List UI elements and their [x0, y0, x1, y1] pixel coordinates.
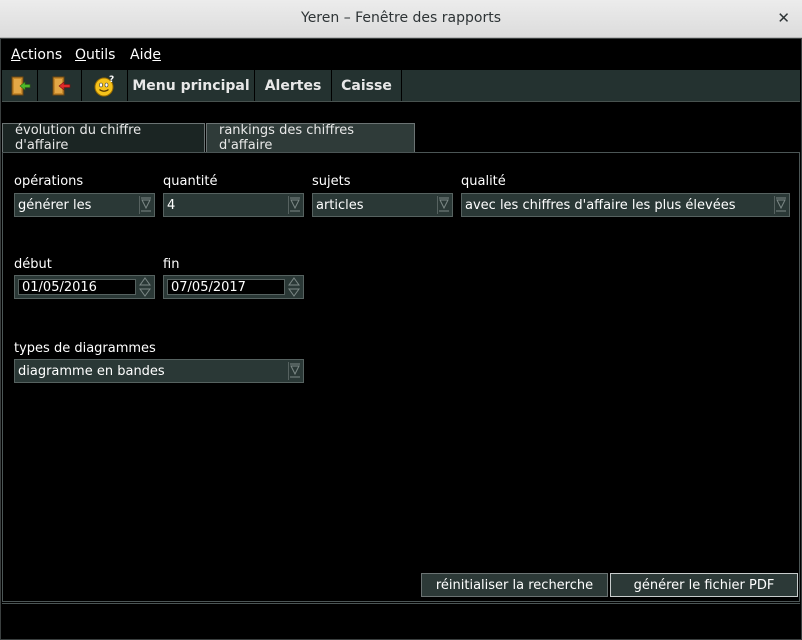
alertes-button[interactable]: Alertes: [255, 70, 332, 101]
tab-bar: évolution du chiffre d'affaire rankings …: [2, 123, 800, 153]
reset-search-button[interactable]: réinitialiser la recherche: [421, 573, 608, 597]
toolbar: ? Menu principal Alertes Caisse: [2, 70, 800, 102]
statusbar: [2, 603, 800, 637]
sujets-label: sujets: [312, 174, 351, 189]
help-button[interactable]: ?: [82, 70, 128, 101]
menu-actions[interactable]: Actions: [11, 47, 62, 63]
smiley-help-icon: ?: [94, 75, 114, 96]
fin-date-input[interactable]: [167, 279, 285, 295]
debut-date-input[interactable]: [18, 279, 136, 295]
tab-evolution[interactable]: évolution du chiffre d'affaire: [2, 123, 205, 153]
spin-arrows-icon[interactable]: [287, 277, 301, 297]
back-door-icon: [52, 76, 70, 95]
quantite-combo[interactable]: 4: [163, 193, 304, 217]
exit-button[interactable]: [2, 70, 38, 101]
chevron-down-icon: [139, 196, 152, 214]
qualite-label: qualité: [461, 174, 506, 189]
debut-date-spinner[interactable]: [14, 275, 155, 299]
svg-text:?: ?: [109, 75, 114, 85]
quantite-label: quantité: [163, 174, 218, 189]
types-label: types de diagrammes: [14, 341, 156, 356]
sujets-combo[interactable]: articles: [312, 193, 453, 217]
window-title: Yeren – Fenêtre des rapports: [301, 10, 501, 26]
quantite-value: 4: [167, 198, 176, 213]
types-value: diagramme en bandes: [18, 364, 165, 379]
generate-pdf-button[interactable]: générer le fichier PDF: [610, 573, 798, 597]
exit-door-icon: [11, 76, 30, 95]
spin-arrows-icon[interactable]: [138, 277, 152, 297]
caisse-button[interactable]: Caisse: [332, 70, 402, 101]
tab-rankings[interactable]: rankings des chiffres d'affaire: [206, 123, 415, 153]
operations-combo[interactable]: générer les: [14, 193, 155, 217]
menu-aide[interactable]: Aide: [130, 47, 161, 63]
qualite-value: avec les chiffres d'affaire les plus éle…: [465, 198, 736, 213]
logout-button[interactable]: [38, 70, 82, 101]
chevron-down-icon: [288, 196, 301, 214]
close-icon[interactable]: ✕: [777, 9, 790, 27]
chevron-down-icon: [774, 196, 787, 214]
menu-outils[interactable]: Outils: [75, 47, 115, 63]
types-combo[interactable]: diagramme en bandes: [14, 359, 304, 383]
operations-value: générer les: [18, 198, 92, 213]
qualite-combo[interactable]: avec les chiffres d'affaire les plus éle…: [461, 193, 790, 217]
operations-label: opérations: [14, 174, 84, 189]
chevron-down-icon: [288, 362, 301, 380]
menubar: Actions Outils Aide: [0, 38, 802, 70]
chevron-down-icon: [437, 196, 450, 214]
menu-principal-button[interactable]: Menu principal: [128, 70, 255, 101]
rankings-panel: opérations générer les quantité 4 sujets…: [2, 152, 800, 602]
fin-label: fin: [163, 257, 180, 272]
window-titlebar: Yeren – Fenêtre des rapports ✕: [0, 0, 802, 38]
debut-label: début: [14, 257, 52, 272]
sujets-value: articles: [316, 198, 364, 213]
fin-date-spinner[interactable]: [163, 275, 304, 299]
